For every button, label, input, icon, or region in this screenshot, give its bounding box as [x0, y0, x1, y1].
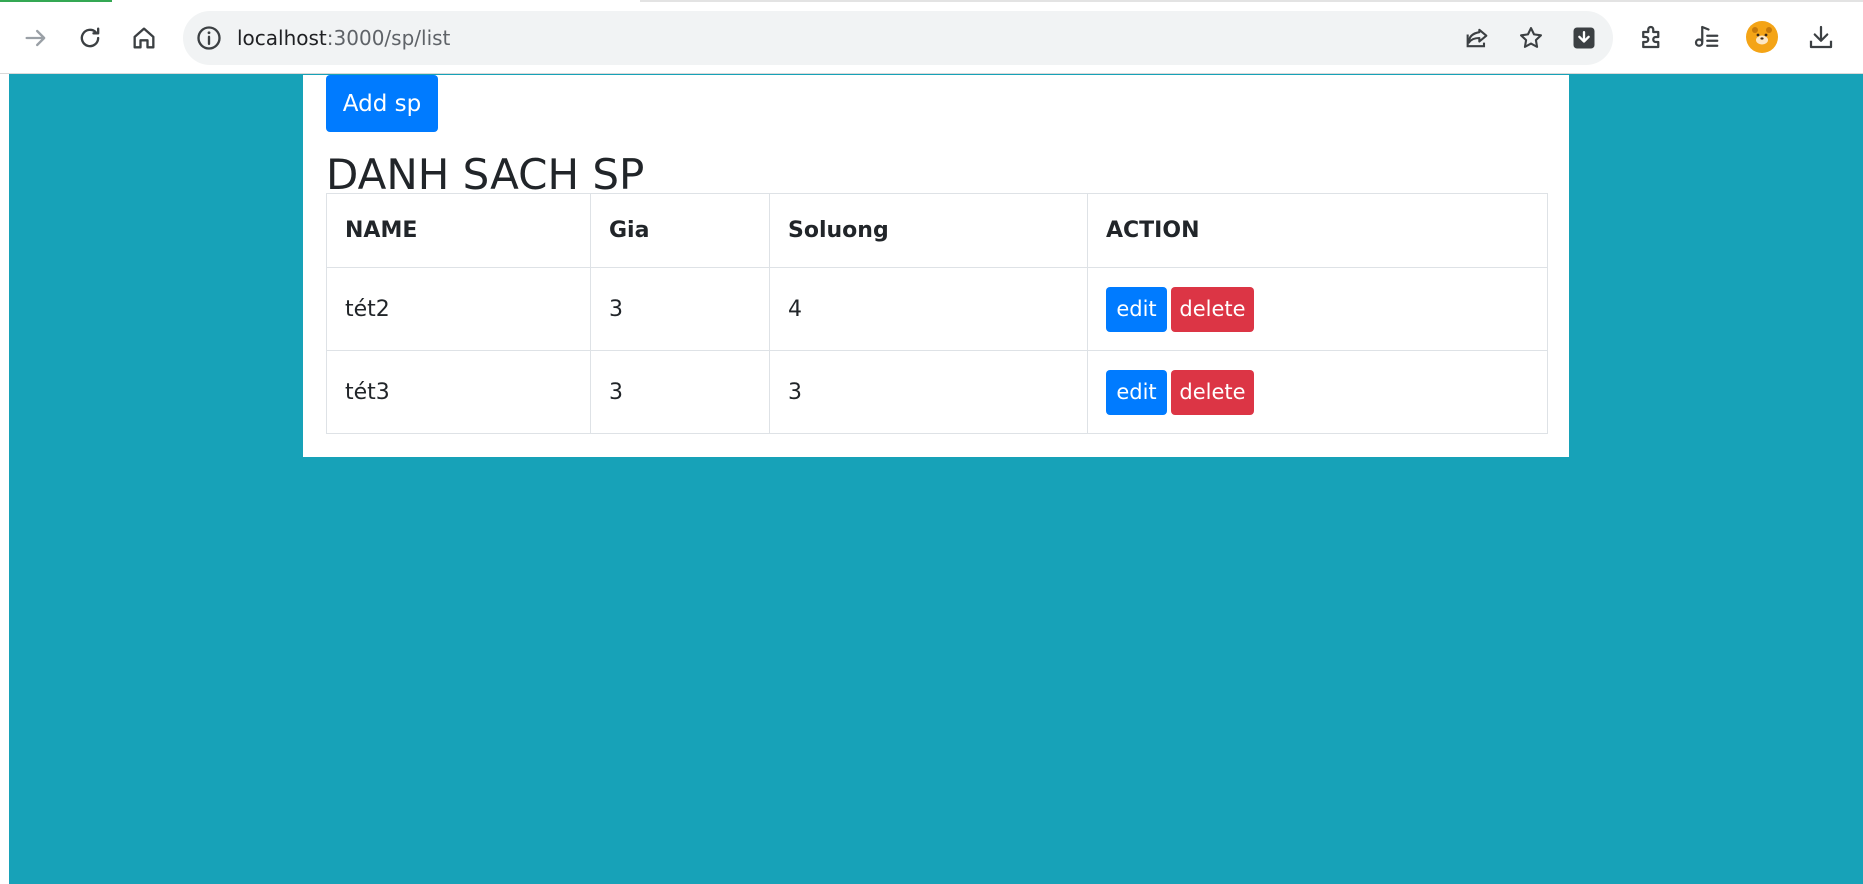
add-sp-button[interactable]: Add sp [326, 75, 438, 132]
media-control-icon[interactable] [1691, 22, 1721, 52]
reload-icon [80, 27, 100, 48]
home-icon [133, 27, 155, 49]
tab-loading-indicator [0, 0, 112, 2]
cell-soluong: 4 [769, 267, 1088, 351]
cell-name: tét3 [326, 350, 591, 434]
reload-button[interactable] [70, 18, 110, 58]
tabstrip-divider [640, 0, 1863, 2]
table-header-row: NAME Gia Soluong ACTION [326, 193, 1548, 268]
column-header-gia: Gia [590, 193, 770, 268]
table-row: tét2 3 4 edit delete [326, 267, 1548, 351]
edit-button[interactable]: edit [1106, 369, 1167, 415]
product-table: NAME Gia Soluong ACTION tét2 3 4 edit del… [326, 193, 1548, 434]
forward-button[interactable] [16, 18, 56, 58]
column-header-name: NAME [326, 193, 591, 268]
share-icon[interactable] [1463, 24, 1491, 52]
side-panel-edge [0, 74, 9, 884]
bookmark-star-icon[interactable] [1517, 24, 1545, 52]
delete-button[interactable]: delete [1171, 286, 1254, 332]
column-header-action: ACTION [1087, 193, 1548, 268]
downloads-icon[interactable] [1806, 22, 1836, 52]
column-header-soluong: Soluong [769, 193, 1088, 268]
profile-avatar-icon[interactable] [1746, 21, 1778, 53]
cell-name: tét2 [326, 267, 591, 351]
browser-toolbar: localhost:3000/sp/list [0, 0, 1863, 74]
delete-button[interactable]: delete [1171, 369, 1254, 415]
cell-gia: 3 [590, 267, 770, 351]
site-info-icon[interactable] [195, 24, 223, 52]
cell-action: edit delete [1087, 267, 1548, 351]
download-extension-icon[interactable] [1570, 24, 1598, 52]
forward-icon [25, 29, 46, 47]
bear-face-icon [1752, 27, 1772, 45]
cell-gia: 3 [590, 350, 770, 434]
url-path: :3000/sp/list [326, 26, 451, 50]
table-row: tét3 3 3 edit delete [326, 350, 1548, 434]
cell-soluong: 3 [769, 350, 1088, 434]
url-host: localhost [237, 26, 327, 50]
home-button[interactable] [124, 18, 164, 58]
address-bar[interactable]: localhost:3000/sp/list [183, 11, 1613, 65]
url-text[interactable]: localhost:3000/sp/list [237, 25, 450, 51]
edit-button[interactable]: edit [1106, 286, 1167, 332]
cell-action: edit delete [1087, 350, 1548, 434]
extensions-puzzle-icon[interactable] [1637, 22, 1667, 52]
content-container: Add sp DANH SACH SP NAME Gia Soluong ACT… [303, 75, 1569, 457]
